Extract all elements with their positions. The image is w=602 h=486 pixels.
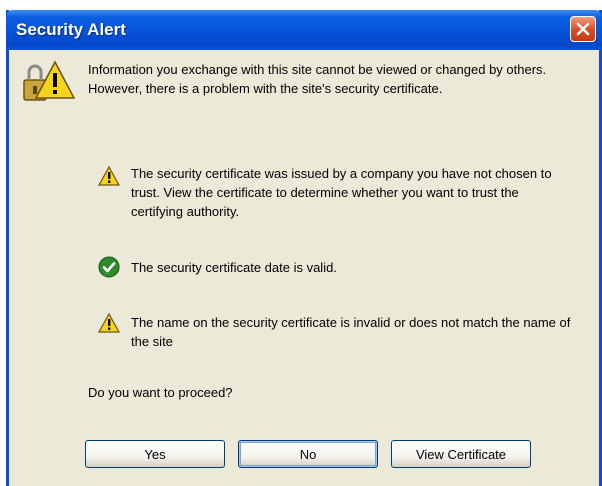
yes-button[interactable]: Yes xyxy=(85,440,225,468)
close-button[interactable] xyxy=(570,16,596,42)
window-title: Security Alert xyxy=(16,20,126,39)
proceed-question: Do you want to proceed? xyxy=(88,385,233,400)
no-button[interactable]: No xyxy=(238,440,378,468)
intro-text: Information you exchange with this site … xyxy=(88,62,547,96)
certificate-issuer-warning: The security certificate was issued by a… xyxy=(131,166,552,219)
lock-warning-icon xyxy=(23,60,76,101)
certificate-date-status: The security certificate date is valid. xyxy=(131,260,337,275)
warning-icon xyxy=(98,313,120,333)
check-icon xyxy=(98,256,120,278)
view-certificate-button[interactable]: View Certificate xyxy=(391,440,531,468)
warning-icon xyxy=(98,166,120,186)
title-bar[interactable]: Security Alert xyxy=(6,10,602,50)
certificate-name-warning: The name on the security certificate is … xyxy=(131,315,571,349)
close-icon xyxy=(576,22,590,36)
